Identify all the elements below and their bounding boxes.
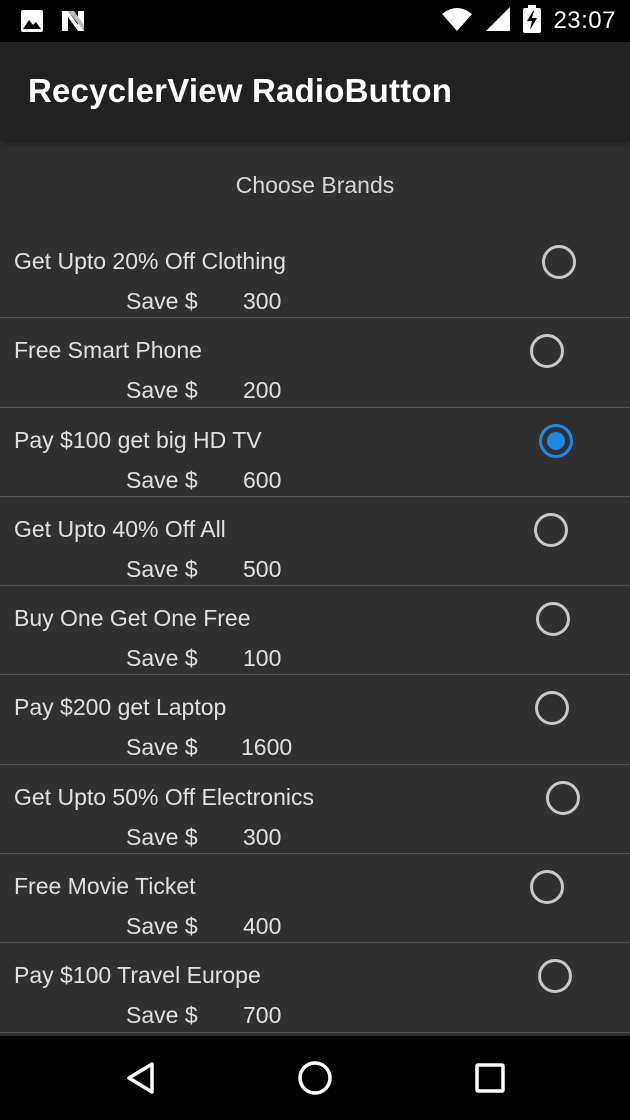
screen: 23:07 RecyclerView RadioButton Choose Br…	[0, 0, 630, 1120]
item-title: Get Upto 50% Off Electronics	[14, 783, 314, 810]
save-amount: 500	[243, 555, 282, 582]
status-bar: 23:07	[0, 0, 630, 42]
save-amount: 200	[243, 377, 282, 404]
radio-button[interactable]	[535, 691, 569, 726]
wifi-icon	[441, 6, 473, 37]
item-title: Free Movie Ticket	[14, 873, 196, 900]
save-label: Save $	[126, 288, 198, 314]
radio-button[interactable]	[542, 245, 576, 279]
item-title: Buy One Get One Free	[14, 605, 251, 632]
image-icon	[20, 9, 44, 38]
save-amount: 1600	[241, 734, 293, 761]
list-item[interactable]: Pay $200 get Laptop Save $ 1600	[0, 675, 630, 765]
battery-charging-icon	[523, 4, 542, 38]
save-label: Save $	[126, 734, 198, 761]
radio-button[interactable]	[534, 512, 568, 547]
list-item[interactable]: Buy One Get One Free Save $ 100	[0, 586, 630, 676]
content: Choose Brands Get Upto 20% Off Clothing …	[0, 140, 630, 1036]
save-amount: 400	[243, 913, 282, 940]
save-amount: 600	[243, 466, 282, 493]
radio-button[interactable]	[530, 870, 564, 905]
save-amount: 100	[243, 645, 282, 672]
save-amount: 300	[243, 288, 282, 314]
save-amount: 300	[243, 823, 282, 850]
radio-button[interactable]	[538, 959, 572, 994]
item-title: Get Upto 40% Off All	[14, 515, 226, 542]
item-title: Get Upto 20% Off Clothing	[14, 248, 286, 274]
radio-button[interactable]	[536, 602, 570, 637]
save-label: Save $	[126, 913, 198, 940]
save-label: Save $	[126, 377, 198, 404]
brand-list[interactable]: Get Upto 20% Off Clothing Save $ 300 Fre…	[0, 229, 630, 1033]
list-item[interactable]: Free Smart Phone Save $ 200	[0, 318, 630, 408]
nav-bar	[0, 1036, 630, 1120]
cellular-signal-icon	[485, 6, 511, 37]
list-item[interactable]: Pay $100 get big HD TV Save $ 600	[0, 408, 630, 497]
n-logo-icon	[60, 9, 86, 38]
item-title: Pay $100 get big HD TV	[14, 426, 262, 453]
app-title: RecyclerView RadioButton	[28, 72, 453, 109]
save-label: Save $	[126, 823, 198, 850]
radio-button[interactable]	[546, 780, 580, 815]
save-label: Save $	[126, 645, 198, 672]
save-label: Save $	[126, 466, 198, 493]
back-icon[interactable]	[122, 1058, 162, 1098]
save-amount: 700	[243, 1002, 282, 1029]
radio-button-selected[interactable]	[539, 423, 573, 458]
status-time: 23:07	[553, 7, 616, 34]
app-bar: RecyclerView RadioButton	[0, 42, 630, 140]
item-title: Pay $200 get Laptop	[14, 694, 227, 721]
radio-button[interactable]	[530, 334, 564, 369]
list-item[interactable]: Get Upto 20% Off Clothing Save $ 300	[0, 229, 630, 319]
home-icon[interactable]	[295, 1058, 335, 1098]
item-title: Free Smart Phone	[14, 337, 202, 364]
item-title: Pay $100 Travel Europe	[14, 962, 261, 989]
list-item[interactable]: Get Upto 50% Off Electronics Save $ 300	[0, 765, 630, 855]
recents-icon[interactable]	[470, 1058, 510, 1098]
list-item[interactable]: Free Movie Ticket Save $ 400	[0, 854, 630, 944]
list-item[interactable]: Get Upto 40% Off All Save $ 500	[0, 497, 630, 587]
save-label: Save $	[126, 1002, 198, 1029]
save-label: Save $	[126, 555, 198, 582]
list-header: Choose Brands	[235, 172, 395, 198]
list-item[interactable]: Pay $100 Travel Europe Save $ 700	[0, 943, 630, 1033]
